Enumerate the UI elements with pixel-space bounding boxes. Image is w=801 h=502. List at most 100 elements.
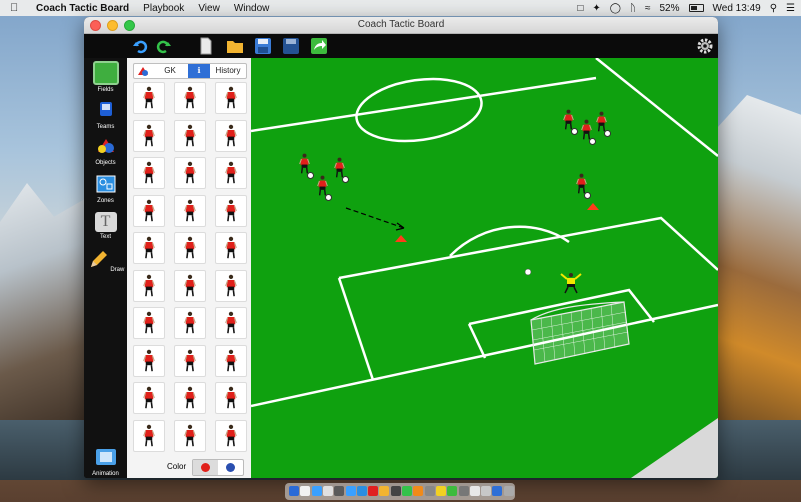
- dock-app-icon[interactable]: [458, 486, 469, 496]
- dock-app-icon[interactable]: [503, 486, 514, 496]
- dock-app-icon[interactable]: [413, 486, 424, 496]
- player-pose-tile[interactable]: [133, 269, 165, 302]
- movement-arrow[interactable]: [345, 207, 405, 229]
- player-pose-tile[interactable]: [215, 382, 247, 414]
- ball[interactable]: [307, 172, 314, 179]
- player-pose-tile[interactable]: [174, 82, 206, 114]
- sidebar-item-teams[interactable]: Teams: [86, 100, 125, 130]
- ball[interactable]: [589, 138, 596, 145]
- color-option-blue[interactable]: [218, 460, 243, 475]
- player-pose-tile[interactable]: [215, 157, 247, 189]
- ball[interactable]: [584, 192, 591, 199]
- dock-app-icon[interactable]: [447, 486, 458, 496]
- player-pose-tile[interactable]: [215, 82, 247, 114]
- pitch-player[interactable]: [596, 110, 611, 139]
- tactic-pitch[interactable]: [251, 58, 718, 478]
- dock-app-icon[interactable]: [492, 486, 503, 496]
- player-pose-tile[interactable]: [215, 119, 247, 152]
- ball[interactable]: [524, 268, 532, 276]
- player-pose-tile[interactable]: [215, 232, 247, 264]
- pitch-player[interactable]: [317, 174, 332, 203]
- spotlight-icon[interactable]: ⚲: [770, 3, 777, 14]
- menu-playbook[interactable]: Playbook: [143, 3, 184, 14]
- player-pose-tile[interactable]: [215, 194, 247, 227]
- dock-app-icon[interactable]: [424, 486, 435, 496]
- player-pose-tile[interactable]: [215, 307, 247, 339]
- ball[interactable]: [571, 128, 578, 135]
- player-pose-tile[interactable]: [174, 419, 206, 452]
- sidebar-item-fields[interactable]: Fields: [86, 61, 125, 93]
- player-pose-tile[interactable]: [174, 382, 206, 414]
- player-pose-tile[interactable]: [174, 269, 206, 302]
- player-pose-tile[interactable]: [133, 82, 165, 114]
- player-pose-tile[interactable]: [133, 307, 165, 339]
- clock[interactable]: Wed 13:49: [713, 3, 761, 14]
- menu-window[interactable]: Window: [234, 3, 270, 14]
- ball[interactable]: [342, 176, 349, 183]
- dock-app-icon[interactable]: [402, 486, 412, 496]
- cone-marker[interactable]: [395, 235, 407, 242]
- apple-menu-icon[interactable]: : [10, 2, 22, 14]
- dock-app-icon[interactable]: [368, 486, 379, 496]
- color-option-red[interactable]: [193, 460, 218, 475]
- doc-icon[interactable]: □: [577, 3, 583, 14]
- tab-team[interactable]: [134, 64, 152, 78]
- tab-gk[interactable]: GK: [152, 64, 188, 78]
- dock-app-icon[interactable]: [481, 486, 492, 496]
- sidebar-item-objects[interactable]: Objects: [86, 136, 125, 166]
- bluetooth-icon[interactable]: ᚢ: [630, 3, 636, 14]
- player-pose-tile[interactable]: [133, 194, 165, 227]
- pitch-player[interactable]: [581, 118, 596, 147]
- dock-app-icon[interactable]: [322, 486, 333, 496]
- share-icon[interactable]: [310, 37, 328, 55]
- pitch-player[interactable]: [334, 156, 349, 185]
- dock-app-icon[interactable]: [289, 486, 299, 496]
- player-pose-tile[interactable]: [133, 382, 165, 414]
- player-pose-tile[interactable]: [215, 269, 247, 302]
- dropbox-icon[interactable]: ✦: [592, 3, 600, 14]
- dock-app-icon[interactable]: [379, 486, 390, 496]
- player-pose-tile[interactable]: [133, 157, 165, 189]
- sidebar-item-text[interactable]: T Text: [86, 212, 125, 240]
- player-pose-tile[interactable]: [133, 344, 165, 377]
- pitch-player[interactable]: [576, 172, 591, 201]
- player-pose-tile[interactable]: [133, 119, 165, 152]
- pitch-player[interactable]: [299, 152, 314, 181]
- sidebar-item-zones[interactable]: Zones: [86, 174, 125, 204]
- minimize-button[interactable]: [107, 20, 118, 31]
- dock-app-icon[interactable]: [334, 486, 345, 496]
- ball[interactable]: [325, 194, 332, 201]
- player-pose-tile[interactable]: [215, 419, 247, 452]
- dock-app-icon[interactable]: [345, 486, 356, 496]
- player-pose-tile[interactable]: [133, 419, 165, 452]
- undo-icon[interactable]: [132, 37, 150, 55]
- player-pose-tile[interactable]: [174, 194, 206, 227]
- pitch-player[interactable]: [563, 108, 578, 137]
- player-pose-tile[interactable]: [174, 232, 206, 264]
- player-pose-tile[interactable]: [215, 344, 247, 377]
- redo-icon[interactable]: [154, 37, 172, 55]
- save-icon[interactable]: [254, 37, 272, 55]
- sidebar-item-draw[interactable]: Draw: [86, 249, 125, 273]
- settings-gear-icon[interactable]: [696, 37, 714, 55]
- tab-info[interactable]: ℹ: [188, 64, 210, 78]
- dock-app-icon[interactable]: [435, 486, 446, 496]
- notification-center-icon[interactable]: ☰: [786, 3, 795, 14]
- app-menu[interactable]: Coach Tactic Board: [36, 3, 129, 14]
- player-pose-tile[interactable]: [174, 119, 206, 152]
- open-folder-icon[interactable]: [226, 37, 244, 55]
- dock-app-icon[interactable]: [356, 486, 367, 496]
- ball[interactable]: [604, 130, 611, 137]
- dock-app-icon[interactable]: [311, 486, 322, 496]
- player-pose-tile[interactable]: [133, 232, 165, 264]
- save-as-icon[interactable]: [282, 37, 300, 55]
- player-pose-tile[interactable]: [174, 307, 206, 339]
- menu-view[interactable]: View: [198, 3, 220, 14]
- shield-icon[interactable]: ◯: [610, 3, 621, 14]
- goalkeeper[interactable]: [559, 272, 583, 299]
- close-button[interactable]: [90, 20, 101, 31]
- wifi-icon[interactable]: ≈: [645, 3, 651, 14]
- dock-app-icon[interactable]: [469, 486, 480, 496]
- zoom-button[interactable]: [124, 20, 135, 31]
- dock-app-icon[interactable]: [300, 486, 311, 496]
